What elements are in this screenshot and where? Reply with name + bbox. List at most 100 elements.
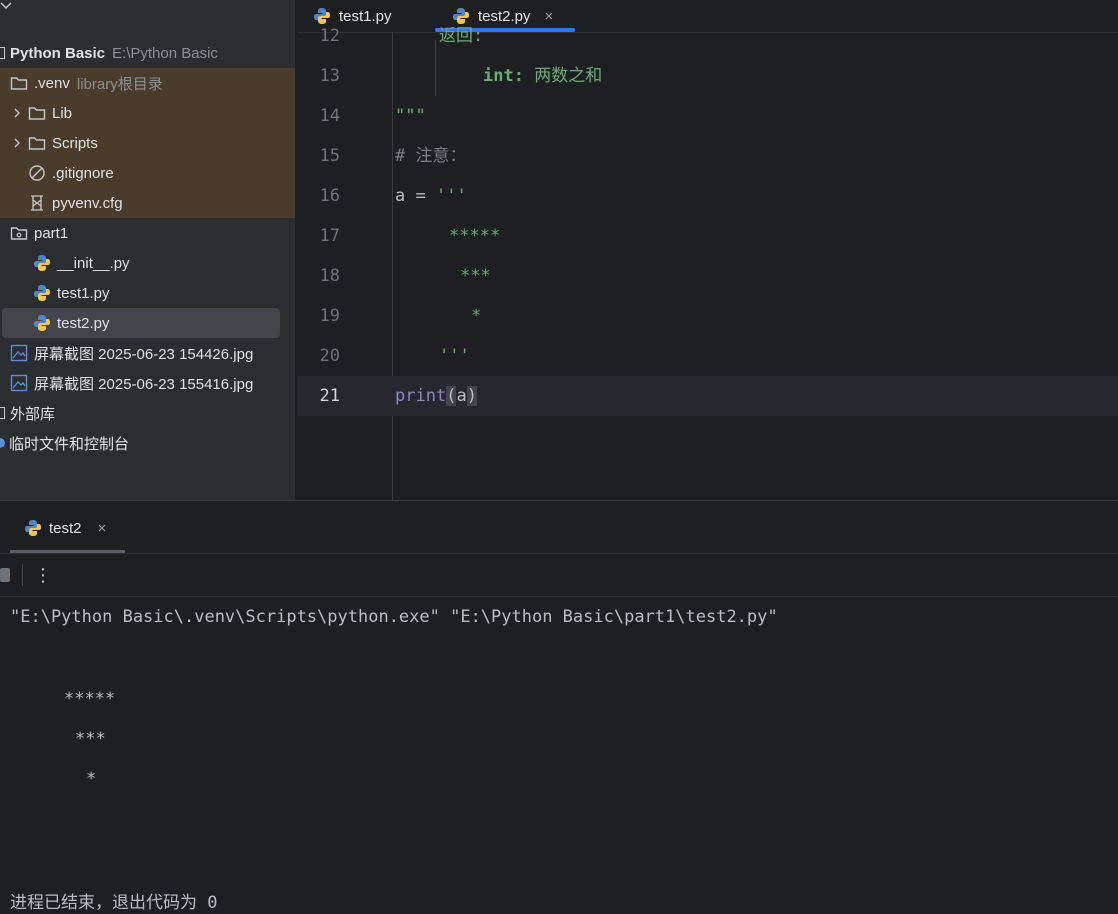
tree-item-test2-py[interactable]: test2.py	[2, 308, 280, 338]
tree-item-label: __init__.py	[57, 254, 130, 272]
library-icon	[0, 407, 5, 419]
code-line-13[interactable]: 13 int: 两数之和	[297, 56, 1118, 96]
code-editor[interactable]: test1.py test2.py × 12 返回: 13 int: 两数之和 …	[297, 0, 1118, 500]
toolbar-separator	[22, 564, 23, 586]
tree-item-pyvenv-cfg[interactable]: pyvenv.cfg	[0, 188, 295, 218]
tree-item-test1-py[interactable]: test1.py	[0, 278, 295, 308]
builtin-function: print	[395, 386, 447, 406]
docstring-key: int:	[483, 66, 524, 86]
code-text: 返回:	[439, 26, 484, 46]
scratches-icon	[0, 438, 5, 448]
variable-name: a	[395, 186, 406, 206]
run-toolbar: ⋮	[0, 554, 1118, 597]
code-text: *	[471, 306, 482, 326]
code-text: """	[395, 106, 426, 126]
tree-item-label: 临时文件和控制台	[9, 435, 130, 453]
code-text: '''	[439, 346, 470, 366]
folder-icon	[28, 134, 46, 152]
console-command: "E:\Python Basic\.venv\Scripts\python.ex…	[10, 607, 778, 627]
argument: a	[456, 386, 467, 406]
python-file-icon	[33, 314, 51, 332]
ignore-file-icon	[28, 164, 46, 182]
python-file-icon	[24, 519, 42, 537]
tree-item-label: Scripts	[52, 134, 98, 152]
code-text: *****	[449, 226, 501, 246]
folder-icon	[10, 74, 28, 92]
console-output-line: *****	[64, 689, 116, 709]
project-name: Python Basic	[10, 44, 106, 62]
image-file-icon	[10, 344, 28, 362]
code-line-18[interactable]: 18 ***	[297, 256, 1118, 296]
line-number: 16	[319, 186, 340, 206]
line-number: 19	[319, 306, 340, 326]
tree-item-label: .gitignore	[52, 164, 114, 182]
console-output-line: ***	[75, 729, 106, 749]
tree-item-lib[interactable]: Lib	[0, 98, 295, 128]
operator: =	[405, 186, 436, 206]
code-line-21[interactable]: 21 print(a)	[297, 376, 1118, 416]
tree-item-scripts[interactable]: Scripts	[0, 128, 295, 158]
tree-item-hint: library根目录	[76, 75, 163, 93]
stop-icon[interactable]	[0, 568, 10, 582]
line-number: 20	[319, 346, 340, 366]
image-file-icon	[10, 374, 28, 392]
package-folder-icon	[10, 224, 28, 242]
line-number: 14	[319, 106, 340, 126]
project-tree: Python Basic E:\Python Basic .venv libra…	[0, 0, 295, 500]
code-text: print(a)	[395, 376, 477, 416]
tree-item-label: part1	[34, 224, 69, 242]
code-comment: # 注意：	[395, 146, 467, 166]
code-line-19[interactable]: 19 *	[297, 296, 1118, 336]
folder-icon	[28, 104, 46, 122]
chevron-down-icon[interactable]	[0, 0, 14, 14]
tree-item-scratches[interactable]: 临时文件和控制台	[0, 428, 295, 458]
chevron-right-icon[interactable]	[10, 137, 24, 149]
code-line-14[interactable]: 14 """	[297, 96, 1118, 136]
run-tab-bar: test2 ×	[0, 501, 1118, 554]
tree-item-venv[interactable]: .venv library根目录	[0, 68, 295, 98]
paren-open: (	[446, 386, 457, 406]
more-options-icon[interactable]: ⋮	[34, 563, 52, 587]
run-tool-window: test2 × ⋮ "E:\Python Basic\.venv\Scripts…	[0, 500, 1118, 914]
tree-item-label: 屏幕截图 2025-06-23 155416.jpg	[34, 375, 254, 393]
run-tab-test2[interactable]: test2 ×	[24, 515, 106, 541]
line-number: 17	[319, 226, 340, 246]
tree-item-label: test1.py	[57, 284, 110, 302]
chevron-right-icon[interactable]	[10, 107, 24, 119]
tree-item-gitignore[interactable]: .gitignore	[0, 158, 295, 188]
code-text: a = '''	[395, 176, 467, 216]
line-number: 13	[319, 66, 340, 86]
paren-close: )	[466, 386, 477, 406]
code-line-16[interactable]: 16 a = '''	[297, 176, 1118, 216]
tree-item-label: 外部库	[10, 405, 56, 423]
tree-item-external-libs[interactable]: 外部库	[0, 398, 295, 428]
project-root[interactable]: Python Basic E:\Python Basic	[0, 38, 295, 68]
tree-item-label: pyvenv.cfg	[52, 194, 123, 212]
line-number: 18	[319, 266, 340, 286]
tree-item-part1[interactable]: part1	[0, 218, 295, 248]
code-line-15[interactable]: 15 # 注意：	[297, 136, 1118, 176]
config-file-icon	[28, 194, 46, 212]
code-line-20[interactable]: 20 '''	[297, 336, 1118, 376]
tree-item-image-2[interactable]: 屏幕截图 2025-06-23 155416.jpg	[0, 368, 295, 398]
tree-item-label: 屏幕截图 2025-06-23 154426.jpg	[34, 345, 254, 363]
project-path: E:\Python Basic	[112, 44, 218, 62]
python-file-icon	[33, 254, 51, 272]
line-number: 12	[319, 26, 340, 46]
tree-item-label: .venv	[34, 74, 70, 92]
tree-item-image-1[interactable]: 屏幕截图 2025-06-23 154426.jpg	[0, 338, 295, 368]
folder-icon	[0, 47, 5, 59]
tree-item-label: test2.py	[57, 314, 110, 332]
console-output-line: *	[86, 769, 97, 789]
console-exit-message: 进程已结束，退出代码为 0	[10, 893, 218, 913]
code-line-17[interactable]: 17 *****	[297, 216, 1118, 256]
code-text: ***	[460, 266, 491, 286]
tree-item-label: Lib	[52, 104, 73, 122]
tree-item-init-py[interactable]: __init__.py	[0, 248, 295, 278]
close-icon[interactable]: ×	[98, 520, 107, 537]
python-file-icon	[33, 284, 51, 302]
active-tab-indicator	[10, 550, 125, 553]
line-number: 15	[319, 146, 340, 166]
code-line-12[interactable]: 12 返回:	[297, 16, 1118, 56]
docstring-value: 两数之和	[523, 66, 603, 86]
